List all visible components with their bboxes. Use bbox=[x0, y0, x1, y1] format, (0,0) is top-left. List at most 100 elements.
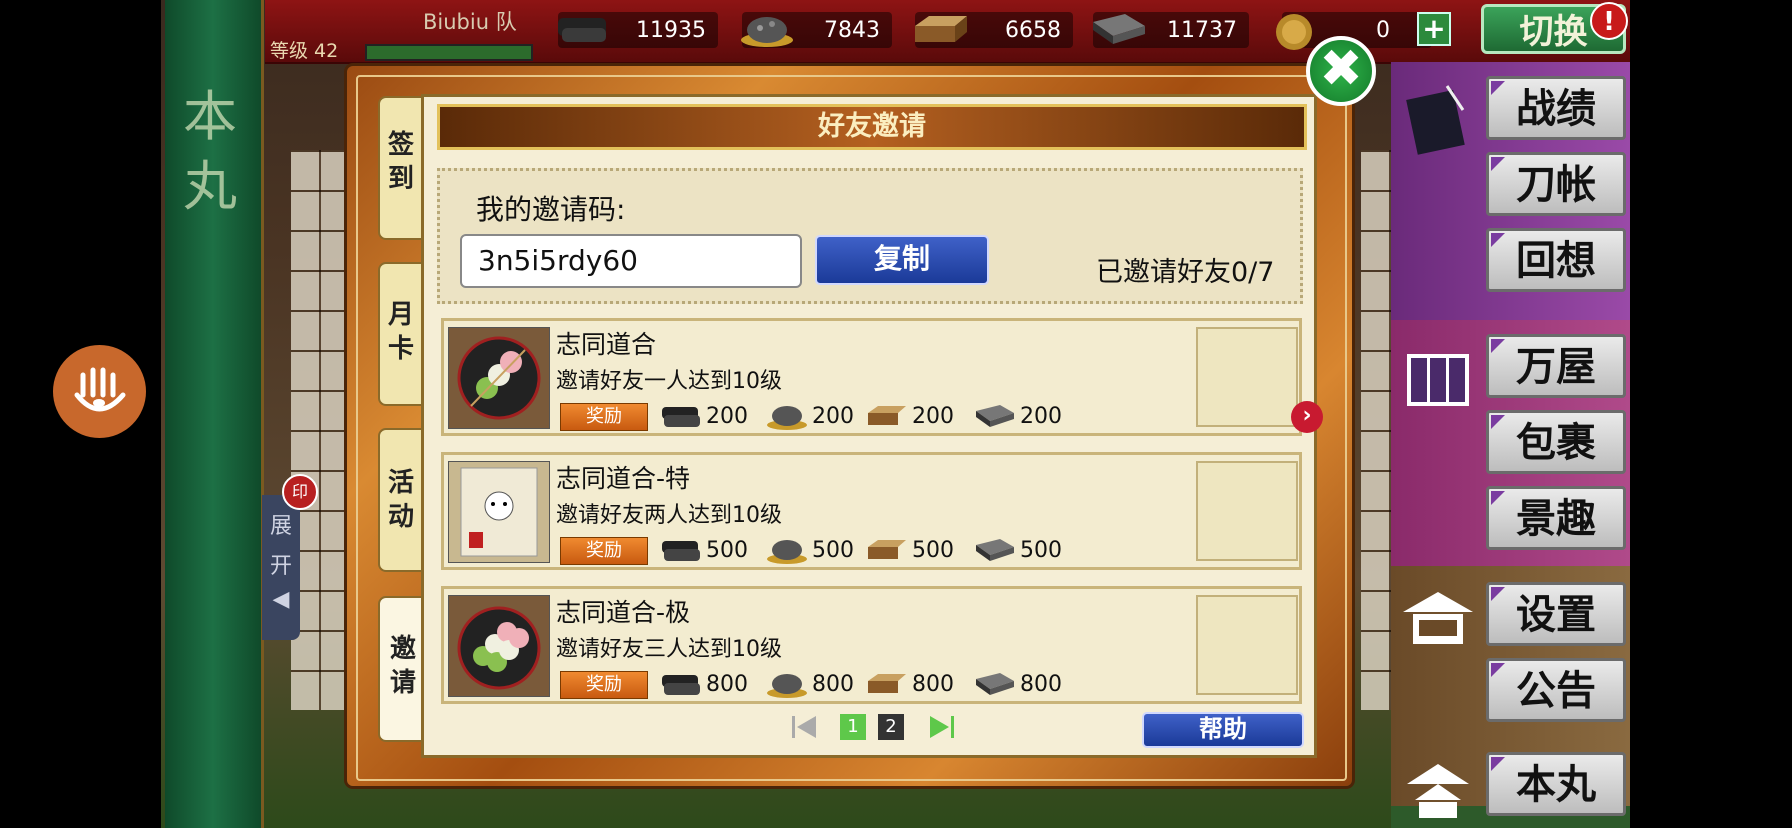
list-item: 志同道合-特 邀请好友两人达到10级 奖励 500 500 500 500 bbox=[441, 452, 1302, 570]
tab-label: 月卡 bbox=[387, 300, 414, 364]
chevron-left-icon: ◀ bbox=[272, 587, 290, 612]
reward-amount: 200 bbox=[706, 403, 748, 429]
dango-icon bbox=[448, 327, 550, 429]
reward-amount: 800 bbox=[812, 671, 854, 697]
seal-badge: 印 bbox=[282, 474, 318, 510]
reward-amount: 200 bbox=[812, 403, 854, 429]
first-page-icon[interactable] bbox=[790, 713, 818, 741]
menu-sword-list-button[interactable]: 刀帐 bbox=[1486, 152, 1626, 216]
menu-memories-button[interactable]: 回想 bbox=[1486, 228, 1626, 292]
invite-code-label: 我的邀请码: bbox=[476, 193, 626, 226]
charcoal-icon bbox=[662, 407, 700, 427]
experience-bar bbox=[365, 44, 533, 61]
reward-amount: 500 bbox=[706, 537, 748, 563]
list-item: 志同道合 邀请好友一人达到10级 奖励 200 200 200 200 bbox=[441, 318, 1302, 436]
reward-charcoal: 200 bbox=[658, 401, 748, 431]
reward-whetstone: 800 bbox=[764, 669, 854, 699]
copy-button[interactable]: 复制 bbox=[815, 235, 989, 285]
reward-charcoal: 500 bbox=[658, 535, 748, 565]
tab-monthly-card[interactable]: 月卡 bbox=[378, 262, 422, 406]
reward-wood: 200 bbox=[864, 401, 954, 431]
quest-title: 志同道合-特 bbox=[556, 464, 691, 493]
reward-amount: 800 bbox=[706, 671, 748, 697]
reward-steel: 200 bbox=[972, 401, 1062, 431]
tab-label: 签到 bbox=[387, 130, 414, 194]
reward-steel: 500 bbox=[972, 535, 1062, 565]
page-2-button[interactable]: 2 bbox=[878, 714, 904, 740]
reward-amount: 500 bbox=[1020, 537, 1062, 563]
last-page-icon[interactable] bbox=[928, 713, 956, 741]
tab-invite[interactable]: 邀请 bbox=[378, 596, 426, 742]
right-menu: 战绩 刀帐 回想 万屋 包裹 景趣 设置 公告 本丸 bbox=[1391, 62, 1630, 828]
expand-tab[interactable]: 展开 ◀ bbox=[262, 495, 300, 640]
cedar-wood-icon bbox=[915, 16, 967, 42]
claim-slot[interactable] bbox=[1196, 595, 1298, 695]
resource-steel: 11737 bbox=[1093, 12, 1249, 48]
reward-amount: 200 bbox=[912, 403, 954, 429]
resource-whetstone: 7843 bbox=[741, 12, 892, 48]
whetstone-icon bbox=[741, 17, 793, 47]
steel-ingot-icon bbox=[976, 539, 1014, 561]
assistive-hand-button[interactable] bbox=[53, 345, 146, 438]
quest-title: 志同道合-极 bbox=[556, 598, 691, 627]
menu-scenery-button[interactable]: 景趣 bbox=[1486, 486, 1626, 550]
menu-settings-button[interactable]: 设置 bbox=[1486, 582, 1626, 646]
menu-shop-button[interactable]: 万屋 bbox=[1486, 334, 1626, 398]
castle-icon bbox=[1407, 764, 1469, 818]
hand-icon bbox=[74, 367, 126, 412]
player-level: 等级 42 bbox=[270, 40, 339, 62]
cedar-wood-icon bbox=[868, 540, 906, 559]
claim-slot[interactable] bbox=[1196, 461, 1298, 561]
tab-sign-in[interactable]: 签到 bbox=[378, 96, 422, 240]
next-arrow-icon[interactable]: › bbox=[1291, 401, 1323, 433]
reward-amount: 800 bbox=[1020, 671, 1062, 697]
steel-ingot-icon bbox=[976, 405, 1014, 427]
list-item: 志同道合-极 邀请好友三人达到10级 奖励 800 800 800 800 bbox=[441, 586, 1302, 704]
banner-title: 本丸 bbox=[183, 85, 237, 218]
reward-label: 奖励 bbox=[560, 403, 648, 431]
charcoal-icon bbox=[558, 18, 606, 42]
expand-label: 展开 bbox=[269, 514, 292, 579]
claim-slot[interactable] bbox=[1196, 327, 1298, 427]
whetstone-icon bbox=[767, 406, 807, 430]
shop-curtain-icon bbox=[1407, 354, 1469, 406]
quest-description: 邀请好友一人达到10级 bbox=[556, 369, 782, 394]
resource-value: 11737 bbox=[1167, 17, 1237, 43]
menu-inventory-button[interactable]: 包裹 bbox=[1486, 410, 1626, 474]
resource-value: 7843 bbox=[824, 17, 880, 43]
reward-wood: 500 bbox=[864, 535, 954, 565]
alert-badge: ! bbox=[1590, 2, 1628, 40]
cedar-wood-icon bbox=[868, 674, 906, 693]
invited-count: 已邀请好友0/7 bbox=[1096, 257, 1275, 288]
cedar-wood-icon bbox=[868, 406, 906, 425]
charm-card-icon bbox=[448, 461, 550, 563]
record-book-icon bbox=[1406, 85, 1465, 155]
dango-plate-icon bbox=[448, 595, 550, 697]
panel-title: 好友邀请 bbox=[437, 104, 1307, 150]
tab-label: 活动 bbox=[387, 468, 414, 532]
quest-description: 邀请好友三人达到10级 bbox=[556, 637, 782, 662]
add-coin-button[interactable]: + bbox=[1417, 12, 1451, 46]
resource-value: 0 bbox=[1376, 17, 1390, 43]
menu-battle-record-button[interactable]: 战绩 bbox=[1486, 76, 1626, 140]
menu-home-button[interactable]: 本丸 bbox=[1486, 752, 1626, 816]
reward-label: 奖励 bbox=[560, 671, 648, 699]
menu-announcement-button[interactable]: 公告 bbox=[1486, 658, 1626, 722]
tab-label: 邀请 bbox=[389, 634, 416, 698]
quest-description: 邀请好友两人达到10级 bbox=[556, 503, 782, 528]
page-1-button[interactable]: 1 bbox=[840, 714, 866, 740]
quest-title: 志同道合 bbox=[556, 330, 657, 359]
reward-wood: 800 bbox=[864, 669, 954, 699]
reward-charcoal: 800 bbox=[658, 669, 748, 699]
invite-code-field[interactable]: 3n5i5rdy60 bbox=[460, 234, 802, 288]
reward-amount: 800 bbox=[912, 671, 954, 697]
reward-whetstone: 200 bbox=[764, 401, 854, 431]
reward-amount: 500 bbox=[912, 537, 954, 563]
close-button[interactable]: ✖ bbox=[1306, 36, 1376, 106]
reward-amount: 500 bbox=[812, 537, 854, 563]
tab-events[interactable]: 活动 bbox=[378, 428, 422, 572]
steel-ingot-icon bbox=[976, 673, 1014, 695]
resource-value: 11935 bbox=[636, 17, 706, 43]
settings-shrine-icon bbox=[1403, 592, 1473, 644]
help-button[interactable]: 帮助 bbox=[1142, 712, 1304, 748]
